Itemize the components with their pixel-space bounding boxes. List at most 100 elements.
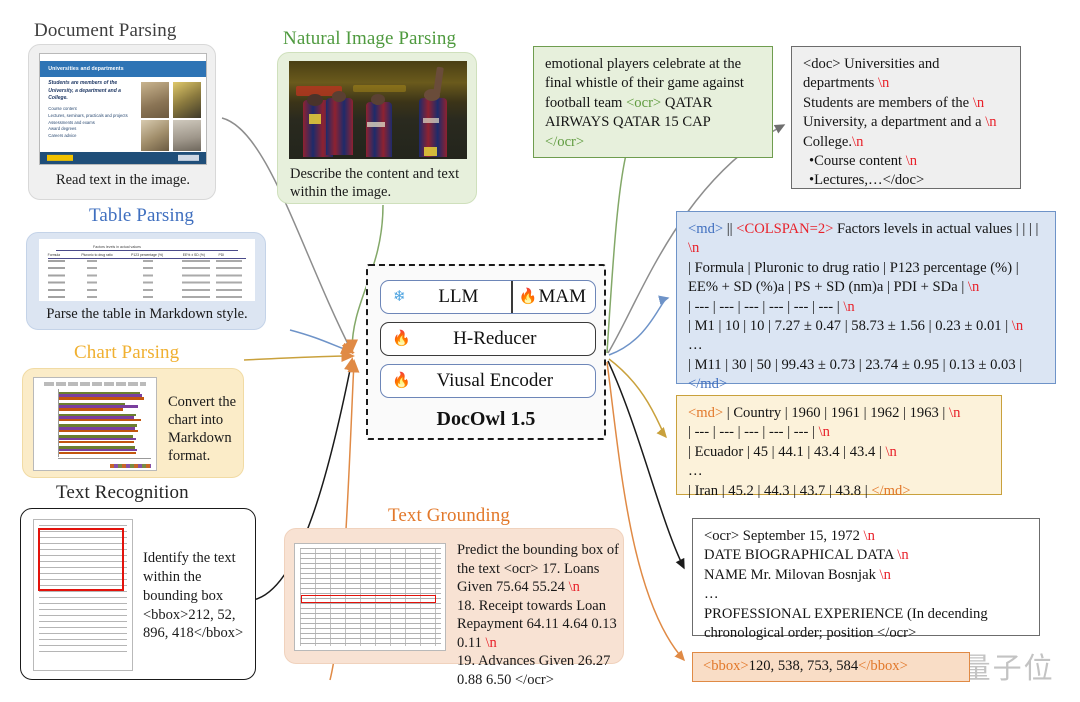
model-row-llm[interactable]: ❄ LLM 🔥 MAM xyxy=(380,280,596,314)
slide-photo xyxy=(141,120,170,151)
model-row-label-mam: MAM xyxy=(538,286,586,307)
output-line: | Ecuador | 45 | 44.1 | 43.4 | 43.4 | \n xyxy=(688,443,897,460)
task-instruction-document-parsing: Read text in the image. xyxy=(55,172,191,188)
section-title-document-parsing: Document Parsing xyxy=(34,20,177,41)
output-line: football team <ocr> QATAR xyxy=(545,94,713,111)
task-instruction-chart-parsing: Convert the chart into Markdown format. xyxy=(168,394,237,465)
output-line: AIRWAYS QATAR 15 CAP xyxy=(545,114,711,131)
task-card-text-recognition[interactable]: Identify the text within the bounding bo… xyxy=(20,508,256,680)
model-row-label-llm: LLM xyxy=(438,286,479,307)
fire-icon: 🔥 xyxy=(518,288,538,305)
task-card-table-parsing[interactable]: Factors levels in actual values Formula … xyxy=(26,232,266,330)
grounding-line: the text <ocr> 17. Loans xyxy=(457,560,600,577)
red-bounding-box-overlay xyxy=(37,527,125,591)
section-title-text-grounding: Text Grounding xyxy=(388,505,510,526)
output-line: chronological order; position </ocr> xyxy=(704,625,917,642)
md-close-tag: </md> xyxy=(688,376,728,393)
ocr-close-tag: </ocr> xyxy=(545,133,585,150)
newline-token: \n xyxy=(818,424,830,441)
slide-photo xyxy=(172,81,202,118)
output-line: <md> || <COLSPAN=2> Factors levels in ac… xyxy=(688,221,1039,237)
output-table-markdown: <md> || <COLSPAN=2> Factors levels in ac… xyxy=(676,211,1056,392)
section-title-text-recognition: Text Recognition xyxy=(56,482,189,503)
output-line: | M1 | 10 | 10 | 7.27 ± 0.47 | 58.73 ± 1… xyxy=(688,318,1024,335)
grounding-line: 18. Receipt towards Loan xyxy=(457,597,606,614)
output-line: | M11 | 30 | 50 | 99.43 ± 0.73 | 23.74 ±… xyxy=(688,356,1023,373)
newline-token: \n xyxy=(1011,318,1024,335)
task-instruction-table-parsing: Parse the table in Markdown style. xyxy=(46,306,248,322)
grounding-line: 0.11 \n xyxy=(457,634,497,651)
output-line: NAME Mr. Milovan Bosnjak \n xyxy=(704,566,891,583)
model-row-label-visual-encoder: Viusal Encoder xyxy=(436,370,554,391)
output-line: Students are members of the \n xyxy=(803,94,985,111)
output-line: </ocr> xyxy=(545,133,761,152)
task-instruction-text-recognition: Identify the text within the bounding bo… xyxy=(143,550,244,642)
newline-token: \n xyxy=(905,153,918,170)
figure-canvas: Document Parsing Universities and depart… xyxy=(0,0,1080,702)
slide-photo xyxy=(172,120,202,151)
slide-bullet: Award degrees xyxy=(48,126,77,132)
snowflake-icon: ❄ xyxy=(393,288,406,305)
model-name: DocOwl 1.5 xyxy=(436,408,536,430)
section-title-table-parsing: Table Parsing xyxy=(89,205,194,226)
output-line: … xyxy=(704,586,719,603)
output-chart-markdown: <md> | Country | 1960 | 1961 | 1962 | 19… xyxy=(676,395,1002,499)
output-line: <ocr> September 15, 1972 \n xyxy=(704,528,875,544)
grounding-line: 19. Advances Given 26.27 xyxy=(457,653,611,670)
output-line: <md> | Country | 1960 | 1961 | 1962 | 19… xyxy=(688,405,961,421)
newline-token: \n xyxy=(863,528,875,544)
section-title-natural-image-parsing: Natural Image Parsing xyxy=(283,28,457,49)
output-line: </md> xyxy=(688,375,1044,394)
red-bounding-box-overlay xyxy=(301,594,436,604)
model-row-mam[interactable]: 🔥 MAM xyxy=(513,286,595,308)
task-card-natural-image-parsing[interactable]: Describe the content and text within the… xyxy=(277,52,477,204)
newline-token: \n xyxy=(688,240,700,257)
newline-token: \n xyxy=(897,547,909,564)
bbox-value: 120, 538, 753, 584 xyxy=(748,658,859,674)
output-line: DATE BIOGRAPHICAL DATA \n xyxy=(704,547,909,564)
newline-token: \n xyxy=(967,279,980,296)
model-row-label-h-reducer: H-Reducer xyxy=(453,328,537,349)
output-line: | --- | --- | --- | --- | --- | --- | \n xyxy=(688,298,855,315)
output-natural-image: emotional players celebrate at the final… xyxy=(533,46,773,158)
slide-bullet: Course content xyxy=(48,106,77,112)
table-thumbnail: Factors levels in actual values Formula … xyxy=(39,239,255,301)
slide-photo xyxy=(141,81,170,118)
grounding-line: Repayment 64.11 4.64 0.13 xyxy=(457,616,617,633)
output-line: College.\n xyxy=(803,133,864,150)
output-line: … xyxy=(688,337,703,354)
output-line: departments \n xyxy=(803,75,890,92)
newline-token: \n xyxy=(852,133,864,150)
newline-token: \n xyxy=(568,579,580,596)
grounding-line: Predict the bounding box of xyxy=(457,542,619,558)
ocr-open-tag: <ocr> xyxy=(626,94,662,111)
output-line: PROFESSIONAL EXPERIENCE (In decending xyxy=(704,605,988,622)
model-row-h-reducer[interactable]: 🔥 H-Reducer xyxy=(380,322,596,356)
newline-token: \n xyxy=(485,634,497,651)
output-ocr: <ocr> September 15, 1972 \n DATE BIOGRAP… xyxy=(692,518,1040,641)
md-open-tag: <md> xyxy=(688,405,724,421)
output-line: … xyxy=(688,463,703,480)
task-card-document-parsing[interactable]: Universities and departments Students ar… xyxy=(28,44,216,200)
output-line: <doc> Universities and xyxy=(803,56,940,72)
output-line: emotional players celebrate at the xyxy=(545,56,742,72)
slide-bullet: Lectures, seminars, practicals and proje… xyxy=(48,112,128,118)
newline-token: \n xyxy=(879,566,891,583)
newline-token: \n xyxy=(949,405,961,421)
newline-token: \n xyxy=(843,298,855,315)
task-instruction-natural-image-parsing: Describe the content and text within the… xyxy=(290,166,460,201)
grounding-line: Given 75.64 55.24 \n xyxy=(457,579,580,596)
task-card-chart-parsing[interactable]: Convert the chart into Markdown format. xyxy=(22,368,244,478)
task-card-text-grounding[interactable]: Predict the bounding box of the text <oc… xyxy=(284,528,624,688)
section-title-chart-parsing: Chart Parsing xyxy=(74,342,180,363)
grounding-line: 0.88 6.50 </ocr> xyxy=(457,671,554,688)
task-instruction-text-grounding: Predict the bounding box of the text <oc… xyxy=(457,541,619,689)
table-thumbnail-caption: Factors levels in actual values xyxy=(93,245,141,250)
model-row-visual-encoder[interactable]: 🔥 Viusal Encoder xyxy=(380,364,596,398)
bbox-literal: <bbox>212, 52, 896, 418</bbox> xyxy=(143,606,244,642)
output-line: | Formula | Pluronic to drug ratio | P12… xyxy=(688,259,1019,276)
chart-thumbnail xyxy=(33,377,157,471)
slide-bullet: Assessments and exams xyxy=(48,119,95,125)
md-open-tag: <md> xyxy=(688,221,724,237)
output-line: EE% + SD (%)a | PS + SD (nm)a | PDI + SD… xyxy=(688,279,980,296)
